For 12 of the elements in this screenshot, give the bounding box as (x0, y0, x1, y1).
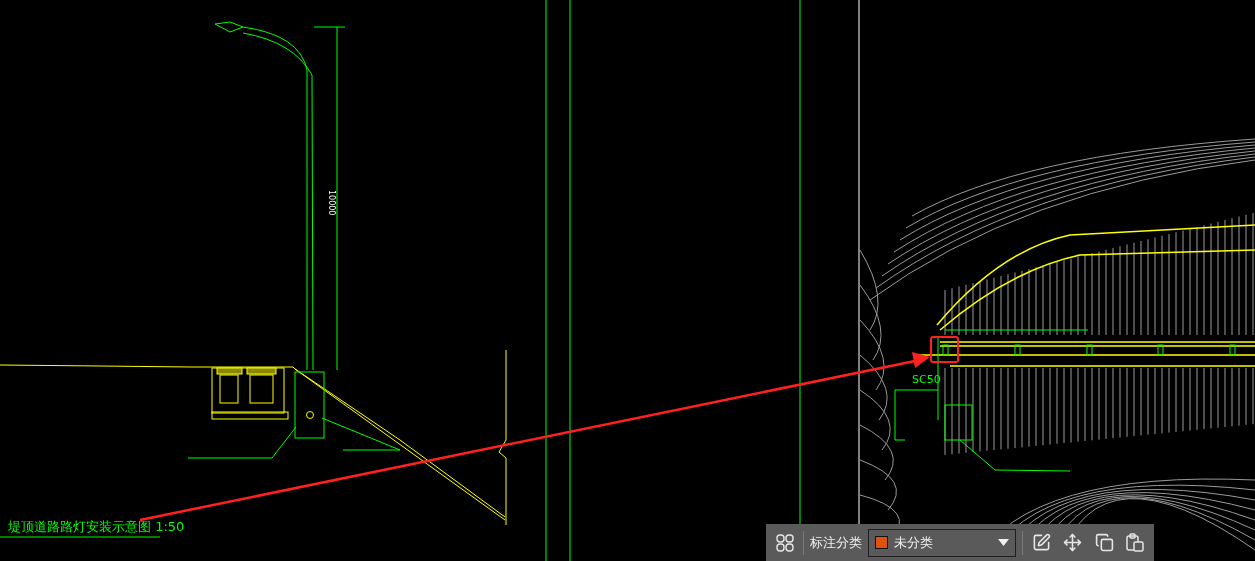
edit-icon (1031, 533, 1051, 552)
caret-icon (997, 539, 1009, 546)
drawing-title: 堤顶道路路灯安装示意图 1:50 (8, 519, 185, 534)
move-icon (1063, 533, 1083, 552)
copy-icon (1094, 533, 1114, 552)
category-dropdown[interactable]: 未分类 (868, 528, 1016, 557)
dimension-text: 10000 (327, 190, 336, 216)
highlight-frame (930, 336, 959, 363)
category-label: 标注分类 (810, 533, 863, 552)
paste-icon (1125, 532, 1146, 553)
grid-icon (775, 533, 794, 552)
pipe-label: SC50 (912, 373, 941, 386)
